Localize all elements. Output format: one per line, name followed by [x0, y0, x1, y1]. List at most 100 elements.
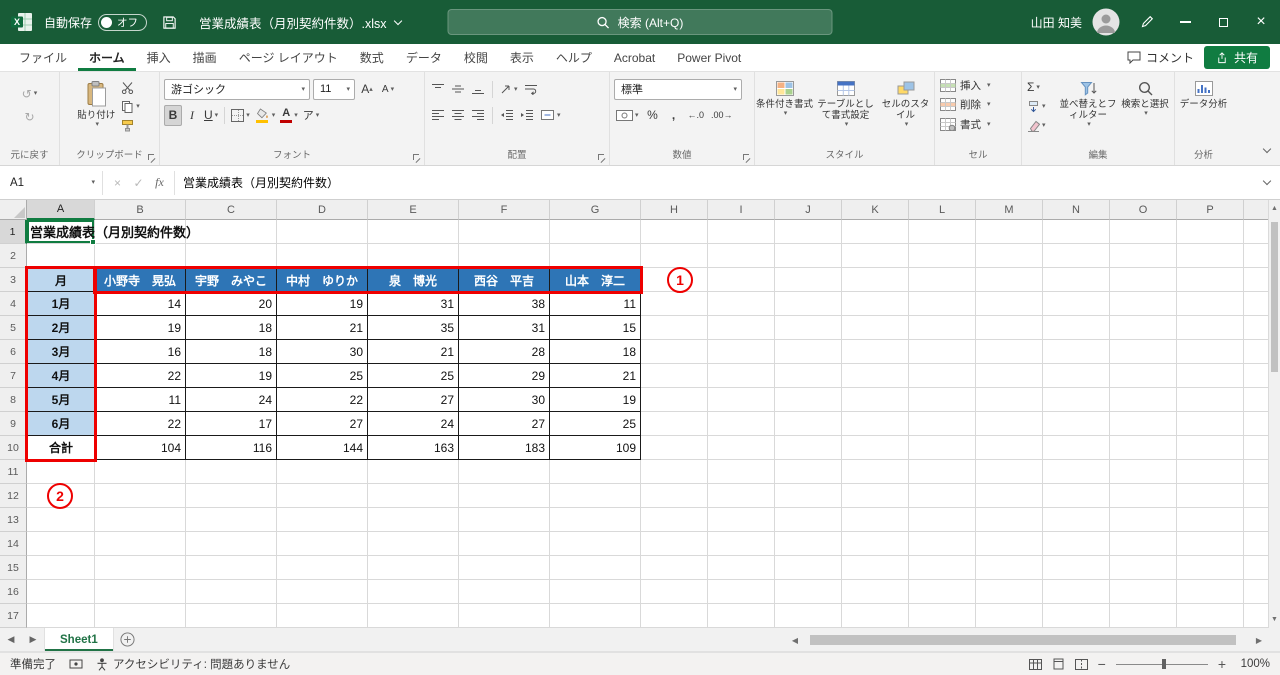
- cell-P5[interactable]: [1177, 316, 1244, 340]
- fill-dropdown-icon[interactable]: [1042, 103, 1046, 110]
- wrap-text-button[interactable]: [522, 79, 540, 100]
- cell-D11[interactable]: [277, 460, 368, 484]
- cell-F3[interactable]: 西谷 平吉: [459, 268, 550, 292]
- cell-A13[interactable]: [27, 508, 95, 532]
- cell-O10[interactable]: [1110, 436, 1177, 460]
- cell-L12[interactable]: [909, 484, 976, 508]
- formula-content[interactable]: 営業成績表（月別契約件数）: [175, 174, 1254, 191]
- cell-F17[interactable]: [459, 604, 550, 628]
- scroll-up-icon[interactable]: [1269, 205, 1280, 212]
- insert-function-button[interactable]: fx: [150, 175, 169, 190]
- cell-A2[interactable]: [27, 244, 95, 268]
- cell-H15[interactable]: [641, 556, 708, 580]
- cell-M10[interactable]: [976, 436, 1043, 460]
- formula-cancel-icon[interactable]: ×: [108, 176, 127, 190]
- clear-dropdown-icon[interactable]: [1042, 122, 1046, 129]
- share-button[interactable]: 共有: [1203, 46, 1270, 69]
- font-dialog-launcher-icon[interactable]: [413, 154, 421, 162]
- cell-P4[interactable]: [1177, 292, 1244, 316]
- cell-M3[interactable]: [976, 268, 1043, 292]
- cell-L6[interactable]: [909, 340, 976, 364]
- cell-N11[interactable]: [1043, 460, 1110, 484]
- cell-E5[interactable]: 35: [368, 316, 459, 340]
- cell-G13[interactable]: [550, 508, 641, 532]
- cell-P1[interactable]: [1177, 220, 1244, 244]
- cell-E16[interactable]: [368, 580, 459, 604]
- formula-enter-icon[interactable]: ✓: [129, 176, 148, 190]
- cell-E15[interactable]: [368, 556, 459, 580]
- cell-K12[interactable]: [842, 484, 909, 508]
- align-bottom-button[interactable]: [469, 79, 487, 100]
- cell-H11[interactable]: [641, 460, 708, 484]
- cell-E3[interactable]: 泉 博光: [368, 268, 459, 292]
- cell-I1[interactable]: [708, 220, 775, 244]
- formula-bar-expand-button[interactable]: [1254, 176, 1280, 186]
- avatar[interactable]: [1092, 8, 1120, 36]
- column-header-F[interactable]: F: [459, 200, 550, 220]
- paste-dropdown-icon[interactable]: [95, 121, 99, 128]
- cell-D12[interactable]: [277, 484, 368, 508]
- cell-H12[interactable]: [641, 484, 708, 508]
- cell-E6[interactable]: 21: [368, 340, 459, 364]
- cell-N6[interactable]: [1043, 340, 1110, 364]
- cell-N13[interactable]: [1043, 508, 1110, 532]
- cell-L4[interactable]: [909, 292, 976, 316]
- cell-N14[interactable]: [1043, 532, 1110, 556]
- column-header-H[interactable]: H: [641, 200, 708, 220]
- tab-view[interactable]: 表示: [499, 44, 545, 71]
- cell-C2[interactable]: [186, 244, 277, 268]
- cell-H14[interactable]: [641, 532, 708, 556]
- cell-L1[interactable]: [909, 220, 976, 244]
- column-header-J[interactable]: J: [775, 200, 842, 220]
- borders-dropdown-icon[interactable]: [246, 112, 250, 119]
- cell-K16[interactable]: [842, 580, 909, 604]
- cell-O11[interactable]: [1110, 460, 1177, 484]
- cell-O6[interactable]: [1110, 340, 1177, 364]
- cell-N7[interactable]: [1043, 364, 1110, 388]
- tab-insert[interactable]: 挿入: [136, 44, 182, 71]
- cell-H3[interactable]: [641, 268, 708, 292]
- cell-E17[interactable]: [368, 604, 459, 628]
- delete-dropdown-icon[interactable]: [987, 101, 991, 108]
- cell-O14[interactable]: [1110, 532, 1177, 556]
- autosum-button[interactable]: Σ: [1025, 78, 1057, 96]
- format-dropdown-icon[interactable]: [987, 121, 991, 128]
- number-dialog-launcher-icon[interactable]: [743, 154, 751, 162]
- cell-B4[interactable]: 14: [95, 292, 186, 316]
- cell-P2[interactable]: [1177, 244, 1244, 268]
- cell-E1[interactable]: [368, 220, 459, 244]
- cell-K2[interactable]: [842, 244, 909, 268]
- scroll-left-icon[interactable]: [788, 636, 802, 645]
- cell-L2[interactable]: [909, 244, 976, 268]
- undo-button[interactable]: ↺: [20, 83, 40, 104]
- cell-P6[interactable]: [1177, 340, 1244, 364]
- accessibility-status[interactable]: アクセシビリティ: 問題ありません: [96, 656, 290, 672]
- cell-D2[interactable]: [277, 244, 368, 268]
- cell-F16[interactable]: [459, 580, 550, 604]
- comma-style-button[interactable]: ,: [665, 105, 683, 126]
- cell-F10[interactable]: 183: [459, 436, 550, 460]
- scroll-right-icon[interactable]: [1252, 636, 1266, 645]
- column-header-L[interactable]: L: [909, 200, 976, 220]
- cell-F9[interactable]: 27: [459, 412, 550, 436]
- horizontal-scrollbar[interactable]: [788, 632, 1266, 648]
- row-header-7[interactable]: 7: [0, 364, 27, 388]
- cell-C16[interactable]: [186, 580, 277, 604]
- cell-N8[interactable]: [1043, 388, 1110, 412]
- cell-E10[interactable]: 163: [368, 436, 459, 460]
- cell-L5[interactable]: [909, 316, 976, 340]
- row-header-3[interactable]: 3: [0, 268, 27, 292]
- cell-P15[interactable]: [1177, 556, 1244, 580]
- cell-K13[interactable]: [842, 508, 909, 532]
- cell-A7[interactable]: 4月: [27, 364, 95, 388]
- pen-mode-icon[interactable]: [1128, 0, 1166, 44]
- tab-acrobat[interactable]: Acrobat: [603, 44, 666, 71]
- accounting-format-button[interactable]: [614, 105, 641, 126]
- find-select-dropdown-icon[interactable]: [1144, 110, 1148, 117]
- cell-P10[interactable]: [1177, 436, 1244, 460]
- cell-A11[interactable]: [27, 460, 95, 484]
- data-analysis-button[interactable]: データ分析: [1178, 76, 1230, 110]
- cell-K14[interactable]: [842, 532, 909, 556]
- cell-J5[interactable]: [775, 316, 842, 340]
- zoom-out-button[interactable]: −: [1098, 657, 1106, 671]
